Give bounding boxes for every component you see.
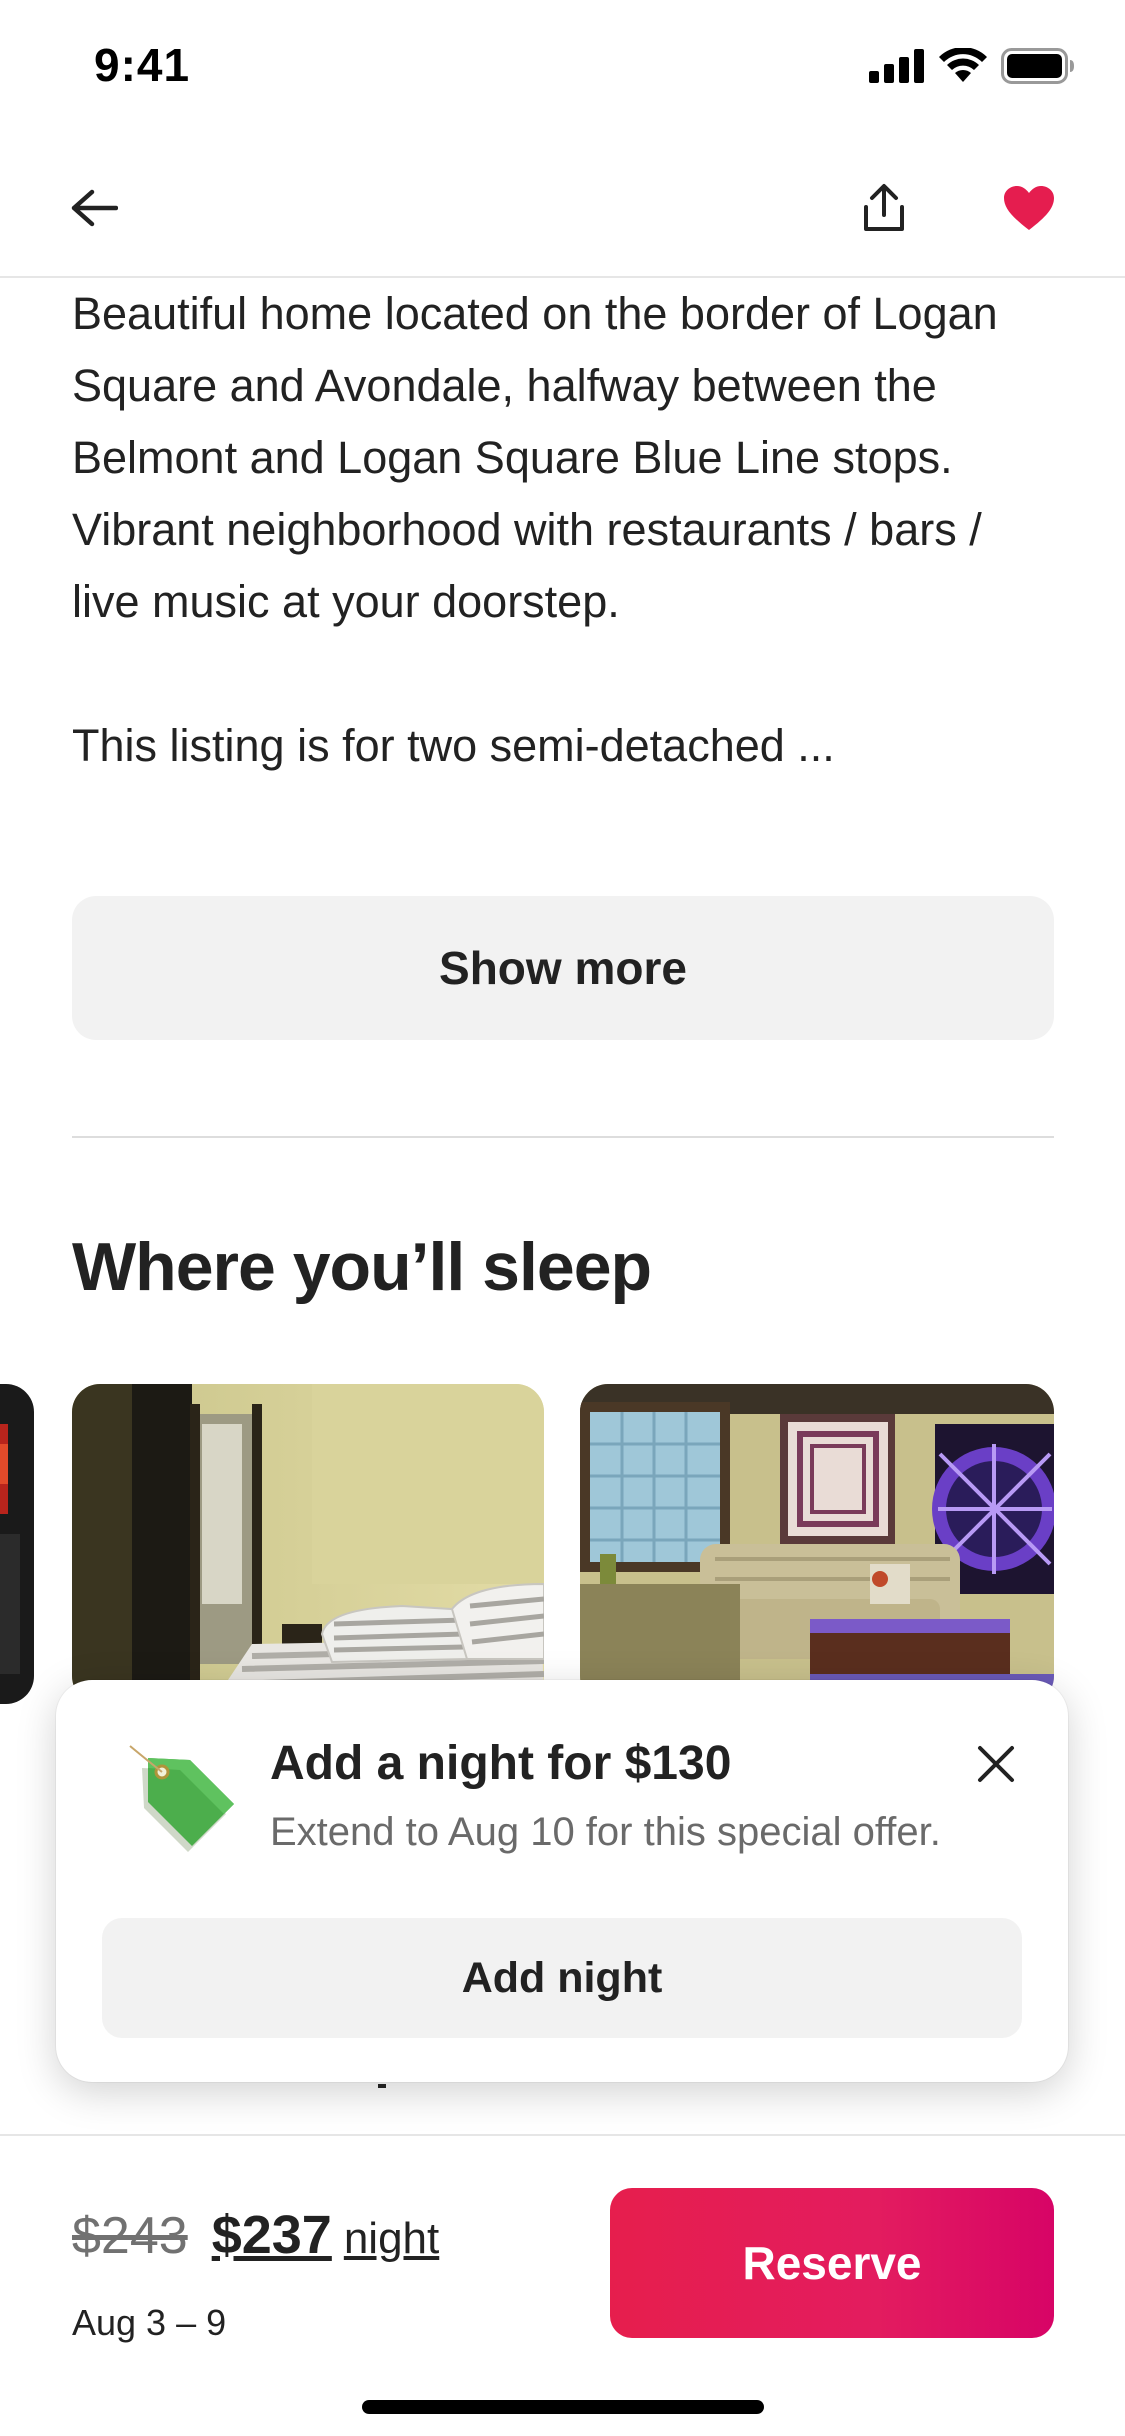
section-title: Where you’ll sleep bbox=[72, 1229, 652, 1305]
share-icon bbox=[864, 184, 904, 231]
wifi-icon bbox=[939, 48, 987, 82]
description-section: Beautiful home located on the border of … bbox=[72, 278, 1054, 782]
sleeping-photo-carousel[interactable] bbox=[0, 1384, 1125, 1704]
living-room-photo-image bbox=[580, 1384, 1054, 1704]
add-night-button[interactable]: Add night bbox=[102, 1918, 1022, 2038]
battery-icon bbox=[1001, 48, 1074, 84]
description-paragraph: Beautiful home located on the border of … bbox=[72, 288, 998, 627]
discounted-price: $237 bbox=[211, 2205, 332, 2265]
room-photo-image bbox=[0, 1384, 34, 1704]
listing-description: Beautiful home located on the border of … bbox=[72, 278, 1054, 782]
special-offer-card: Add a night for $130 Extend to Aug 10 fo… bbox=[56, 1680, 1068, 2082]
reserve-button[interactable]: Reserve bbox=[610, 2188, 1054, 2338]
share-button[interactable] bbox=[844, 168, 924, 248]
price-tag-icon bbox=[128, 1742, 238, 1852]
booking-footer: $243 $237 night Aug 3 – 9 Reserve bbox=[0, 2134, 1125, 2436]
partially-hidden-text-fragment bbox=[378, 2084, 386, 2088]
status-time: 9:41 bbox=[94, 39, 191, 91]
price-row[interactable]: $243 $237 night bbox=[72, 2204, 439, 2266]
favorite-button[interactable] bbox=[989, 168, 1069, 248]
description-paragraph-truncated: This listing is for two semi-detached ..… bbox=[72, 720, 835, 771]
section-divider bbox=[72, 1136, 1054, 1138]
original-price: $243 bbox=[72, 2207, 188, 2265]
close-icon bbox=[978, 1746, 1014, 1782]
room-photo-bedroom[interactable] bbox=[72, 1384, 544, 1704]
offer-title: Add a night for $130 bbox=[270, 1737, 732, 1790]
offer-subtitle: Extend to Aug 10 for this special offer. bbox=[270, 1810, 941, 1854]
status-icons bbox=[869, 48, 1075, 84]
home-indicator bbox=[362, 2400, 764, 2414]
bedroom-photo-image bbox=[72, 1384, 544, 1704]
trip-dates[interactable]: Aug 3 – 9 bbox=[72, 2302, 226, 2344]
cellular-signal-icon bbox=[869, 49, 924, 83]
show-more-button[interactable]: Show more bbox=[72, 896, 1054, 1040]
back-button[interactable] bbox=[54, 168, 134, 248]
close-offer-button[interactable] bbox=[964, 1732, 1028, 1796]
room-photo-living-room[interactable] bbox=[580, 1384, 1054, 1704]
price-unit: night bbox=[343, 2214, 440, 2263]
status-bar: 9:41 bbox=[0, 0, 1125, 140]
heart-icon bbox=[1004, 186, 1054, 230]
room-photo-previous[interactable] bbox=[0, 1384, 34, 1704]
top-nav-bar bbox=[0, 140, 1125, 278]
back-icon bbox=[71, 189, 118, 227]
